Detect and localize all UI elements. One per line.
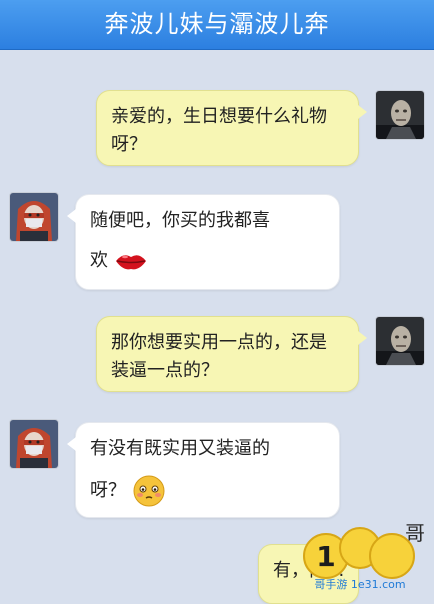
chat-title: 奔波儿妹与灞波儿奔 — [104, 10, 330, 38]
message-text-line-with-emoji: 欢 — [90, 247, 325, 275]
message-text-line: 那你想要实用一点的，还是 — [111, 332, 327, 353]
female-avatar-image — [10, 420, 58, 468]
watermark-number: 1 — [316, 540, 335, 573]
bubble-tail — [358, 105, 367, 119]
message-text-line: 亲爱的，生日想要什么礼物 — [111, 106, 327, 127]
watermark-logo: 1 哥 哥手游 1e31.com — [300, 510, 434, 591]
blush-face-emoji — [133, 475, 165, 507]
bubble-tail — [358, 331, 367, 345]
watermark-brand: 哥 — [405, 521, 425, 545]
message-text-line: 随便吧，你买的我都喜 — [90, 210, 270, 231]
female-avatar[interactable] — [9, 192, 59, 242]
message-bubble-sent[interactable]: 亲爱的，生日想要什么礼物 呀？ — [96, 90, 367, 166]
watermark-url: 哥手游 1e31.com — [314, 577, 405, 591]
message-bubble-received[interactable]: 随便吧，你买的我都喜 欢 — [67, 194, 340, 290]
message-text-line: 呀？ — [111, 134, 147, 155]
male-avatar-image — [376, 91, 424, 139]
male-avatar-image — [376, 317, 424, 365]
message-text-line-with-emoji: 呀？ — [90, 475, 325, 507]
male-avatar[interactable] — [375, 316, 425, 366]
message-text-line: 欢 — [90, 250, 108, 271]
bubble-tail — [67, 209, 76, 223]
message-bubble-sent[interactable]: 那你想要实用一点的，还是 装逼一点的？ — [96, 316, 367, 392]
message-text-line: 呀？ — [90, 480, 126, 501]
watermark-graphic: 1 哥 哥手游 1e31.com — [303, 521, 425, 591]
bubble-tail — [67, 437, 76, 451]
message-text-line: 有没有既实用又装逼的 — [90, 438, 270, 459]
male-avatar[interactable] — [375, 90, 425, 140]
message-bubble-received[interactable]: 有没有既实用又装逼的 呀？ — [67, 422, 340, 518]
lips-emoji — [115, 255, 146, 270]
message-text-line: 装逼一点的？ — [111, 360, 219, 381]
female-avatar[interactable] — [9, 419, 59, 469]
title-bar: 奔波儿妹与灞波儿奔 — [0, 0, 434, 50]
female-avatar-image — [10, 193, 58, 241]
